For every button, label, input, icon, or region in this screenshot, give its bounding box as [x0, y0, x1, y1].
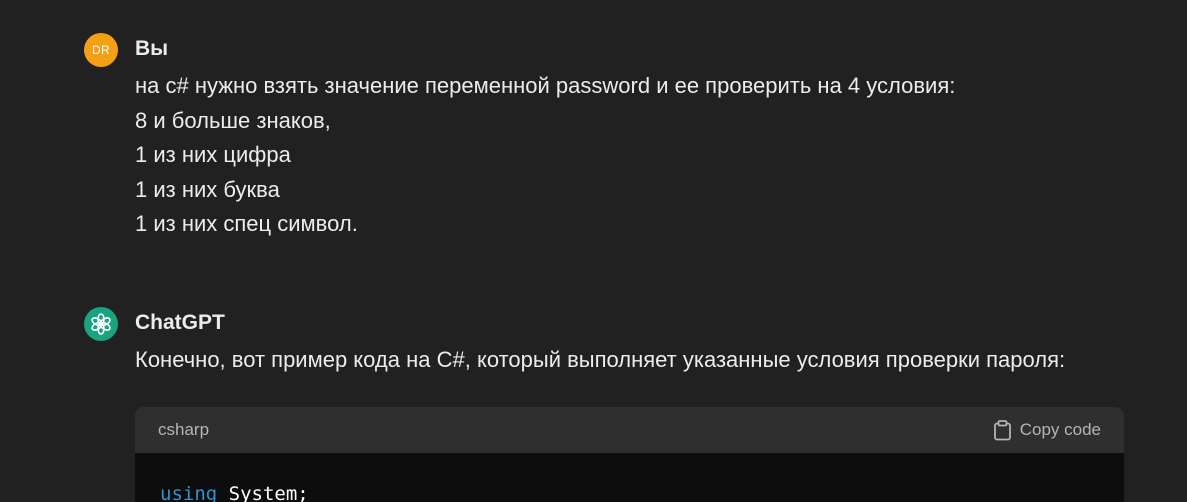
code-keyword: using: [160, 483, 218, 502]
copy-code-button[interactable]: Copy code: [993, 419, 1101, 441]
code-text: System;: [217, 483, 309, 502]
code-language-label: csharp: [158, 420, 210, 439]
user-author-name: Вы: [135, 37, 169, 60]
user-avatar: DR: [84, 33, 118, 67]
code-block-header: csharp Copy code: [135, 407, 1124, 453]
user-message-line: 1 из них спец символ.: [135, 211, 358, 236]
user-avatar-initials: DR: [92, 43, 110, 57]
user-message-line: 1 из них буква: [135, 176, 280, 202]
code-block: csharp Copy code using System;: [135, 407, 1124, 502]
user-message-line: 8 и больше знаков,: [135, 107, 331, 133]
chatgpt-avatar: [84, 307, 118, 341]
assistant-message-text: Конечно, вот пример кода на C#, который …: [135, 347, 1066, 372]
assistant-author-name: ChatGPT: [135, 311, 225, 334]
clipboard-icon: [993, 419, 1011, 440]
chat-page: DR Вы на c# нужно взять значение перемен…: [0, 0, 1187, 502]
copy-code-label: Copy code: [1019, 420, 1101, 439]
user-message-text: на c# нужно взять значение переменной pa…: [135, 69, 955, 242]
user-message-line: 1 из них цифра: [135, 142, 291, 167]
code-content: using System;: [135, 453, 1124, 502]
openai-logo-icon: [91, 313, 111, 335]
user-message-line: на c# нужно взять значение переменной pa…: [135, 73, 956, 98]
